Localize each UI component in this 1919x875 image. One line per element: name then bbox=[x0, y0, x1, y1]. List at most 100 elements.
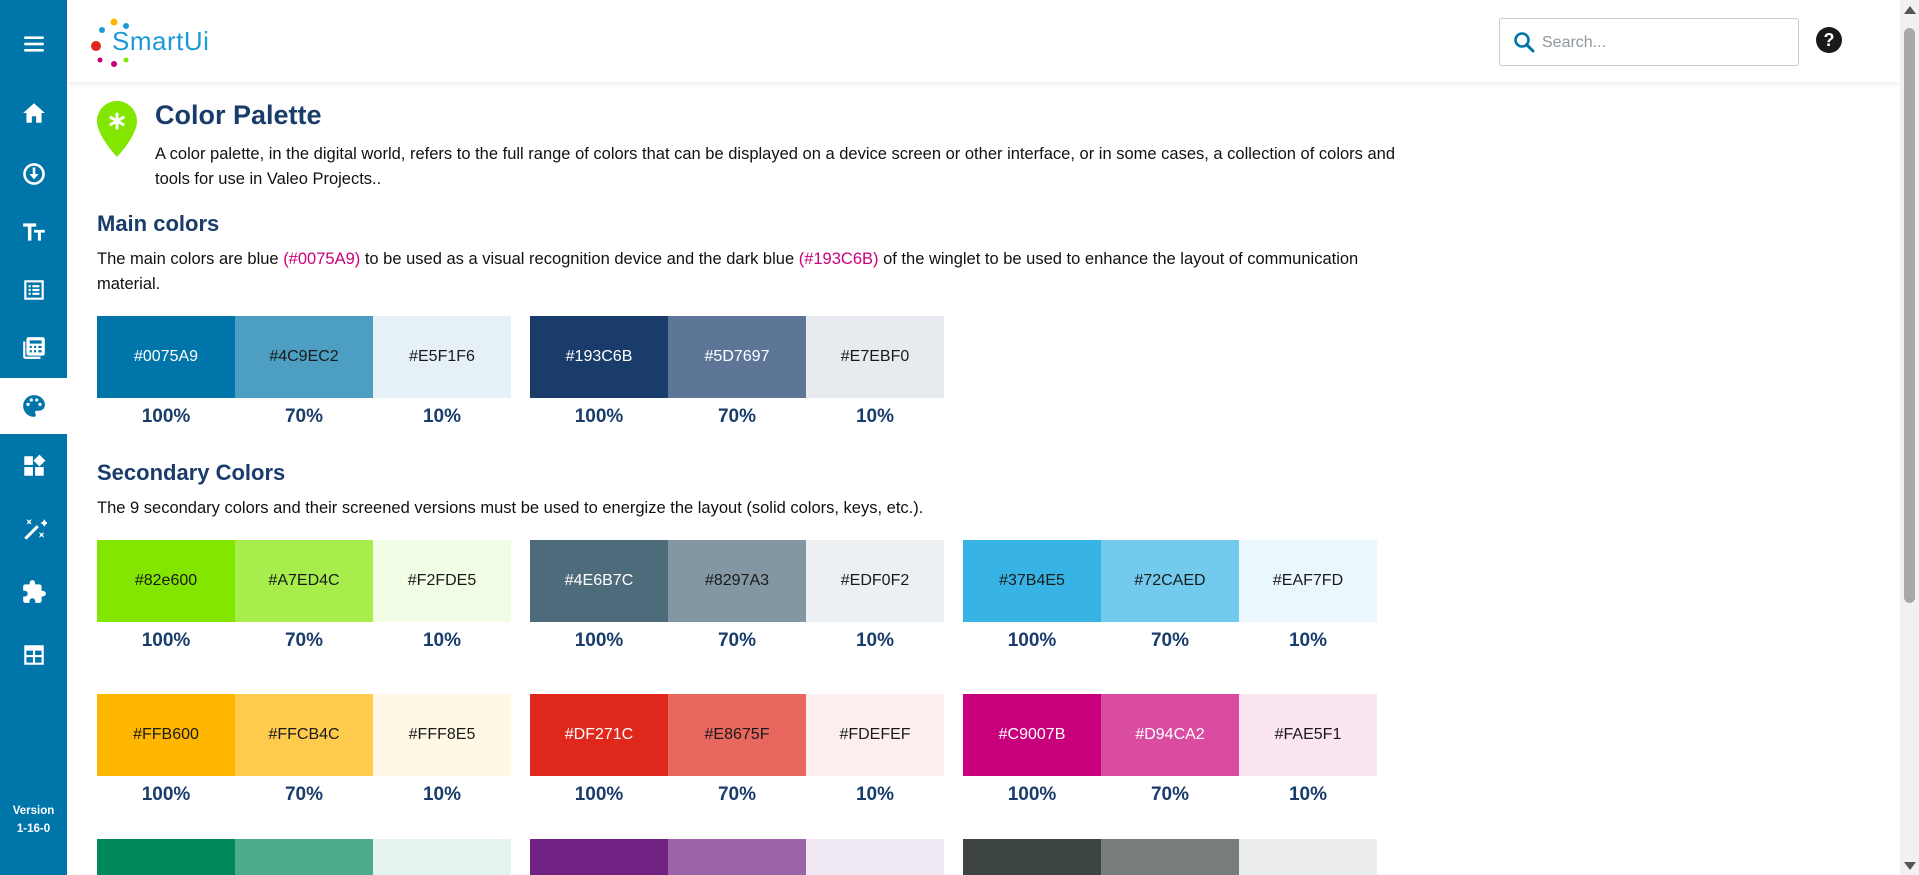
swatch-percentage: 10% bbox=[422, 784, 462, 805]
palette-icon bbox=[22, 395, 45, 417]
scroll-down-arrow-icon[interactable] bbox=[1904, 862, 1916, 870]
swatch-column: #F2FDE5 10% bbox=[373, 540, 511, 660]
swatch-column: #C9007B 100% bbox=[963, 694, 1101, 814]
color-swatch[interactable]: #5D7697 bbox=[668, 316, 806, 398]
color-swatch[interactable]: #FAE5F1 bbox=[1239, 694, 1377, 776]
home-icon bbox=[22, 103, 45, 123]
partial-swatch bbox=[1239, 839, 1377, 875]
swatch-column: #EAF7FD 10% bbox=[1239, 540, 1377, 660]
page-intro: A color palette, in the digital world, r… bbox=[155, 145, 1396, 188]
color-palette-pin-icon bbox=[97, 101, 137, 157]
color-swatch[interactable]: #FFCB4C bbox=[235, 694, 373, 776]
swatch-percentage: 10% bbox=[422, 406, 462, 427]
search-box[interactable] bbox=[1499, 18, 1799, 66]
swatch-percentage: 100% bbox=[574, 784, 624, 805]
secondary-colors-heading: Secondary Colors bbox=[97, 460, 286, 485]
color-swatch[interactable]: #EAF7FD bbox=[1239, 540, 1377, 622]
partial-swatch bbox=[530, 839, 668, 875]
swatch-column: #4C9EC2 70% bbox=[235, 316, 373, 436]
partial-swatch bbox=[373, 839, 511, 875]
scrollbar-thumb[interactable] bbox=[1904, 28, 1915, 603]
color-swatch[interactable]: #FFF8E5 bbox=[373, 694, 511, 776]
swatch-group: #C9007B 100% #D94CA2 70% #FAE5F1 10% bbox=[963, 694, 1377, 814]
swatch-percentage: 70% bbox=[284, 784, 324, 805]
swatch-percentage: 70% bbox=[284, 406, 324, 427]
partial-swatch bbox=[806, 839, 944, 875]
scroll-up-arrow-icon[interactable] bbox=[1904, 6, 1916, 14]
color-swatch[interactable]: #0075A9 bbox=[97, 316, 235, 398]
main-text-1: The main colors are blue bbox=[97, 250, 284, 268]
color-swatch[interactable]: #72CAED bbox=[1101, 540, 1239, 622]
color-swatch[interactable]: #D94CA2 bbox=[1101, 694, 1239, 776]
menu-button[interactable] bbox=[0, 16, 67, 72]
swatch-column: #FFF8E5 10% bbox=[373, 694, 511, 814]
color-swatch[interactable]: #FDEFEF bbox=[806, 694, 944, 776]
swatch-column: #193C6B 100% bbox=[530, 316, 668, 436]
main-text-2: to be used as a visual recognition devic… bbox=[360, 250, 799, 268]
swatch-column: #FDEFEF 10% bbox=[806, 694, 944, 814]
page-scrollbar[interactable] bbox=[1900, 0, 1919, 875]
swatch-column: #FAE5F1 10% bbox=[1239, 694, 1377, 814]
list-icon bbox=[23, 280, 44, 300]
sidebar-item-home[interactable] bbox=[0, 85, 67, 141]
calculator-icon bbox=[22, 337, 45, 359]
puzzle-icon bbox=[22, 580, 46, 603]
search-input[interactable] bbox=[1542, 31, 1782, 55]
swatch-group: #37B4E5 100% #72CAED 70% #EAF7FD 10% bbox=[963, 540, 1377, 660]
swatch-percentage: 10% bbox=[855, 406, 895, 427]
sidebar-item-list[interactable] bbox=[0, 262, 67, 318]
download-icon bbox=[22, 163, 45, 185]
sidebar-item-color-palette[interactable] bbox=[0, 378, 67, 434]
help-button[interactable]: ? bbox=[1816, 27, 1842, 53]
swatch-percentage: 10% bbox=[855, 630, 895, 651]
main-colors-description: The main colors are blue (#0075A9) to be… bbox=[97, 247, 1397, 296]
dashboard-icon bbox=[23, 454, 45, 476]
swatch-group: #DF271C 100% #E8675F 70% #FDEFEF 10% bbox=[530, 694, 944, 814]
swatch-percentage: 10% bbox=[422, 630, 462, 651]
color-swatch[interactable]: #A7ED4C bbox=[235, 540, 373, 622]
color-swatch[interactable]: #FFB600 bbox=[97, 694, 235, 776]
search-icon bbox=[1514, 32, 1535, 53]
swatch-percentage: 100% bbox=[141, 630, 191, 651]
color-swatch[interactable]: #EDF0F2 bbox=[806, 540, 944, 622]
swatch-percentage: 100% bbox=[574, 630, 624, 651]
swatch-percentage: 70% bbox=[717, 630, 757, 651]
sidebar-item-table[interactable] bbox=[0, 627, 67, 683]
swatch-percentage: 10% bbox=[1288, 630, 1328, 651]
sidebar-item-typography[interactable] bbox=[0, 204, 67, 260]
swatch-column: #E5F1F6 10% bbox=[373, 316, 511, 436]
swatch-group: #82e600 100% #A7ED4C 70% #F2FDE5 10% bbox=[97, 540, 511, 660]
color-swatch[interactable]: #E7EBF0 bbox=[806, 316, 944, 398]
sidebar-item-calculator[interactable] bbox=[0, 320, 67, 376]
page-title: Color Palette bbox=[155, 100, 322, 130]
swatch-column: #37B4E5 100% bbox=[963, 540, 1101, 660]
color-swatch[interactable]: #DF271C bbox=[530, 694, 668, 776]
sidebar-item-dashboard[interactable] bbox=[0, 438, 67, 494]
swatch-column: #FFCB4C 70% bbox=[235, 694, 373, 814]
swatch-column: #EDF0F2 10% bbox=[806, 540, 944, 660]
partial-swatch bbox=[668, 839, 806, 875]
table-icon bbox=[23, 645, 44, 665]
swatch-percentage: 10% bbox=[855, 784, 895, 805]
color-swatch[interactable]: #E8675F bbox=[668, 694, 806, 776]
sidebar-item-magic[interactable] bbox=[0, 502, 67, 558]
color-swatch[interactable]: #F2FDE5 bbox=[373, 540, 511, 622]
swatch-group: #0075A9 100% #4C9EC2 70% #E5F1F6 10% bbox=[97, 316, 511, 436]
sidebar: Version 1-16-0 bbox=[0, 0, 67, 875]
color-swatch[interactable]: #8297A3 bbox=[668, 540, 806, 622]
color-swatch[interactable]: #E5F1F6 bbox=[373, 316, 511, 398]
partial-swatch bbox=[963, 839, 1101, 875]
version-info: Version 1-16-0 bbox=[0, 802, 67, 838]
color-swatch[interactable]: #82e600 bbox=[97, 540, 235, 622]
color-swatch[interactable]: #4E6B7C bbox=[530, 540, 668, 622]
color-swatch[interactable]: #193C6B bbox=[530, 316, 668, 398]
color-swatch[interactable]: #C9007B bbox=[963, 694, 1101, 776]
sidebar-item-components[interactable] bbox=[0, 564, 67, 620]
swatch-column: #0075A9 100% bbox=[97, 316, 235, 436]
color-swatch[interactable]: #4C9EC2 bbox=[235, 316, 373, 398]
swatch-percentage: 100% bbox=[574, 406, 624, 427]
color-swatch[interactable]: #37B4E5 bbox=[963, 540, 1101, 622]
highlight-dark-blue-hex: (#193C6B) bbox=[798, 250, 879, 268]
swatch-percentage: 70% bbox=[717, 784, 757, 805]
sidebar-item-downloads[interactable] bbox=[0, 146, 67, 202]
